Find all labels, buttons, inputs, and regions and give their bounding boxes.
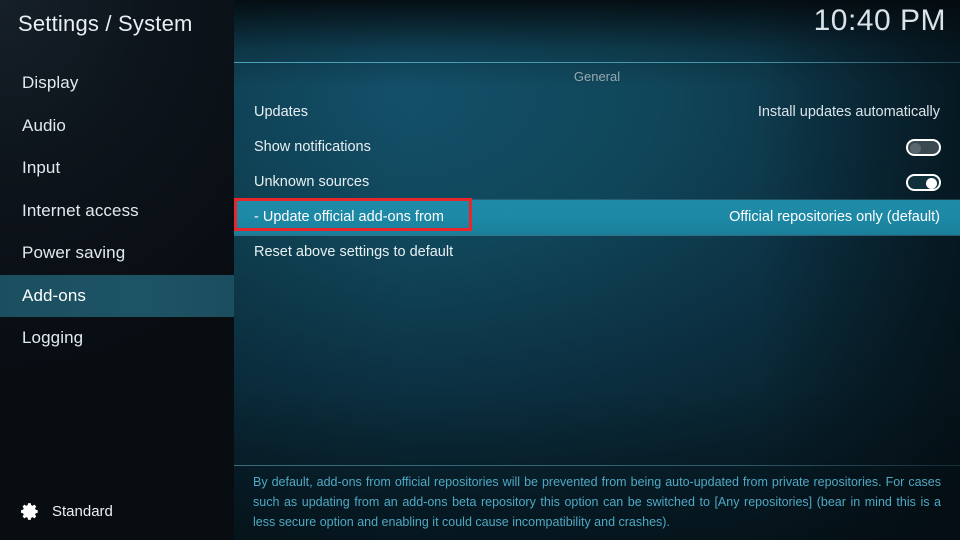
- setting-value[interactable]: Install updates automatically: [758, 95, 940, 130]
- setting-row-update-official-add-ons-from[interactable]: - Update official add-ons from Official …: [234, 200, 960, 235]
- toggle-knob: [926, 177, 937, 189]
- header-divider: [234, 62, 960, 63]
- sidebar-item-label: Add-ons: [22, 285, 87, 305]
- setting-description: By default, add-ons from official reposi…: [253, 475, 941, 529]
- description-divider: [234, 465, 960, 466]
- content-panel: 10:40 PM General Updates Install updates…: [234, 0, 960, 540]
- settings-level-selector[interactable]: Standard: [19, 501, 113, 522]
- sidebar-item-label: Audio: [22, 115, 66, 135]
- setting-toggle-wrap[interactable]: [906, 130, 941, 165]
- settings-level-label: Standard: [52, 503, 113, 520]
- toggle-knob: [910, 142, 921, 154]
- sidebar-item-add-ons[interactable]: Add-ons: [0, 274, 234, 317]
- sidebar-item-label: Power saving: [22, 243, 126, 262]
- setting-row-unknown-sources[interactable]: Unknown sources: [234, 165, 960, 200]
- sidebar-item-display[interactable]: Display: [0, 62, 234, 105]
- toggle-switch-off[interactable]: [906, 139, 941, 156]
- sidebar-item-input[interactable]: Input: [0, 147, 234, 190]
- clock: 10:40 PM: [813, 4, 946, 37]
- sidebar: Settings / System Display Audio Input In…: [0, 0, 234, 540]
- setting-label: Reset above settings to default: [254, 244, 454, 260]
- setting-row-updates[interactable]: Updates Install updates automatically: [234, 95, 960, 130]
- setting-label: - Update official add-ons from: [254, 209, 444, 225]
- gear-icon: [19, 501, 40, 522]
- sidebar-item-label: Display: [22, 73, 79, 92]
- settings-group-header: General: [573, 69, 621, 84]
- sidebar-item-label: Input: [22, 158, 61, 177]
- sidebar-item-audio[interactable]: Audio: [0, 105, 234, 148]
- toggle-switch-on[interactable]: [906, 174, 941, 191]
- kodi-settings-screen: Settings / System Display Audio Input In…: [0, 0, 960, 540]
- sidebar-item-internet-access[interactable]: Internet access: [0, 190, 234, 233]
- setting-row-reset-above-settings[interactable]: Reset above settings to default: [234, 235, 960, 270]
- setting-label: Show notifications: [254, 139, 371, 155]
- page-title: Settings / System: [18, 11, 193, 36]
- sidebar-item-label: Logging: [22, 328, 84, 347]
- setting-value[interactable]: Official repositories only (default): [729, 200, 940, 235]
- setting-row-show-notifications[interactable]: Show notifications: [234, 130, 960, 165]
- sidebar-nav: Display Audio Input Internet access Powe…: [0, 62, 234, 360]
- setting-label: Unknown sources: [254, 174, 370, 190]
- settings-list: Updates Install updates automatically Sh…: [234, 95, 960, 270]
- sidebar-item-logging[interactable]: Logging: [0, 317, 234, 360]
- setting-label: Updates: [254, 104, 309, 120]
- sidebar-item-power-saving[interactable]: Power saving: [0, 232, 234, 275]
- sidebar-item-label: Internet access: [22, 200, 139, 220]
- setting-toggle-wrap[interactable]: [906, 165, 941, 200]
